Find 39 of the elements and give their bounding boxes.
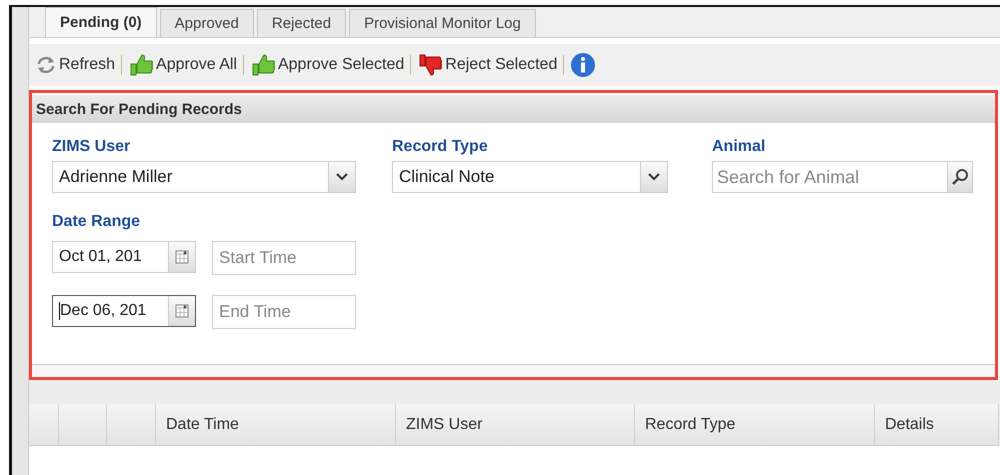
field-label: ZIMS User — [52, 138, 132, 156]
info-button[interactable] — [570, 52, 596, 78]
panel-title: Search For Pending Records — [32, 95, 995, 123]
date-field[interactable]: Dec 06, 201 — [52, 295, 196, 327]
field-label: Date Range — [52, 213, 142, 231]
column-header[interactable]: Record Type — [635, 404, 875, 446]
thumbs-up-icon — [128, 53, 154, 77]
record-type-dropdown[interactable]: Clinical Note — [392, 161, 668, 193]
field-label: Record Type — [392, 138, 489, 156]
search-button[interactable] — [947, 161, 973, 193]
info-icon — [570, 52, 596, 78]
column-header[interactable]: ZIMS User — [396, 404, 635, 446]
column-header[interactable] — [59, 404, 107, 446]
approve-button[interactable]: Approve Selected — [250, 53, 404, 77]
calendar-icon — [175, 304, 189, 318]
tab[interactable]: Approved — [160, 9, 254, 37]
approve-button[interactable]: Approve All — [128, 53, 237, 77]
tab[interactable]: Pending (0) — [45, 7, 157, 37]
thumbs-down-icon — [417, 53, 444, 77]
search-icon — [951, 168, 969, 186]
refresh-button[interactable]: Refresh — [35, 55, 116, 75]
time-field[interactable]: End Time — [212, 295, 356, 329]
tab[interactable]: Provisional Monitor Log — [349, 9, 536, 37]
column-header[interactable] — [107, 404, 156, 446]
refresh-icon — [35, 55, 57, 75]
column-header[interactable]: Details — [875, 404, 999, 446]
animal-search-field[interactable]: Search for Animal — [712, 161, 947, 193]
date-field[interactable]: Oct 01, 201 — [52, 241, 196, 273]
time-field[interactable]: Start Time — [212, 241, 356, 275]
column-header[interactable]: Date Time — [156, 404, 396, 446]
thumbs-up-icon — [250, 53, 276, 77]
tab[interactable]: Rejected — [256, 9, 346, 37]
field-label: Animal — [712, 138, 766, 156]
chevron-down-icon — [336, 173, 348, 181]
column-header[interactable] — [29, 404, 59, 446]
user-dropdown[interactable]: Adrienne Miller — [52, 161, 356, 193]
reject-button[interactable]: Reject Selected — [417, 53, 558, 77]
calendar-icon — [175, 250, 189, 264]
chevron-down-icon — [648, 173, 660, 181]
